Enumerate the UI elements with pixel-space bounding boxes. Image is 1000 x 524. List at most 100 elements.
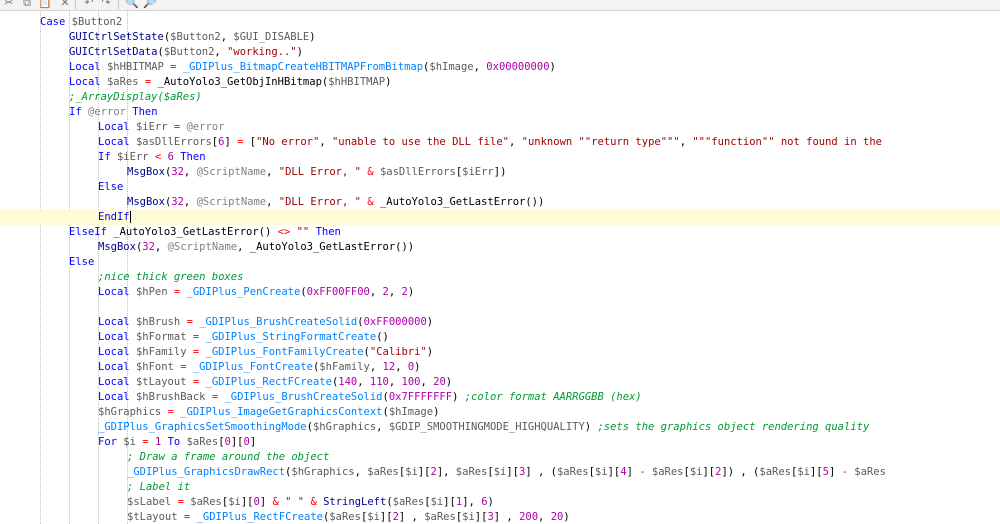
code-token: ;sets the graphics object rendering qual… (597, 421, 870, 433)
code-line[interactable]: Local $hFormat = _GDIPlus_StringFormatCr… (0, 330, 1000, 345)
code-line[interactable]: ; Draw a frame around the object (0, 450, 1000, 465)
code-token: @error (186, 121, 225, 133)
code-line[interactable]: Local $hFamily = _GDIPlus_FontFamilyCrea… (0, 345, 1000, 360)
code-line[interactable]: GUICtrlSetData($Button2, "working..") (0, 45, 1000, 60)
code-line[interactable]: MsgBox(32, @ScriptName, "DLL Error, " & … (0, 165, 1000, 180)
code-token: , (154, 241, 168, 253)
code-token: $asDllErrors (135, 136, 212, 148)
code-token: $aRes (759, 466, 791, 478)
code-token: 32 (171, 196, 184, 208)
code-token: $hFamily (135, 346, 187, 358)
code-token: _AutoYolo3_GetLastError()) (373, 196, 545, 208)
code-line[interactable]: ;nice thick green boxes (0, 270, 1000, 285)
code-line[interactable]: _GDIPlus_GraphicsSetSmoothingMode($hGrap… (0, 420, 1000, 435)
code-token: $i (367, 511, 380, 523)
code-token: $hImage (388, 406, 434, 418)
code-token: _GDIPlus_RectFCreate (196, 511, 323, 523)
code-line[interactable]: Local $tLayout = _GDIPlus_RectFCreate(14… (0, 375, 1000, 390)
code-line[interactable]: GUICtrlSetState($Button2, $GUI_DISABLE) (0, 30, 1000, 45)
code-token: 0x7FFFFFFF (388, 391, 453, 403)
code-token: If (69, 106, 82, 118)
code-token: Local (98, 136, 130, 148)
code-token: $hFamily (319, 361, 370, 373)
toolbar-separator (75, 0, 76, 10)
code-line[interactable]: _GDIPlus_GraphicsDrawRect($hGraphics, $a… (0, 465, 1000, 480)
code-token: Local (98, 361, 130, 373)
code-line[interactable]: Case $Button2 (0, 15, 1000, 30)
code-token: ][ (379, 511, 393, 523)
code-token: Local (98, 346, 130, 358)
code-line[interactable]: $tLayout = _GDIPlus_RectFCreate($aRes[$i… (0, 510, 1000, 524)
code-line[interactable]: Local $hBrush = _GDIPlus_BrushCreateSoli… (0, 315, 1000, 330)
find-icon[interactable]: 🔍 (125, 0, 139, 10)
code-token: If (98, 151, 111, 163)
code-token: ) (407, 286, 415, 298)
cut-icon[interactable]: ✂ (2, 0, 16, 10)
redo-icon[interactable]: ↷ (99, 0, 113, 10)
code-line[interactable]: Else (0, 180, 1000, 195)
code-token: "Calibri" (369, 346, 427, 358)
code-token: ) (487, 496, 494, 508)
undo-icon[interactable]: ↶ (82, 0, 96, 10)
code-line[interactable]: $hGraphics = _GDIPlus_ImageGetGraphicsCo… (0, 405, 1000, 420)
code-line[interactable] (0, 300, 1000, 315)
code-token: ], (436, 466, 456, 478)
code-line[interactable]: Local $hHBITMAP = _GDIPlus_BitmapCreateH… (0, 60, 1000, 75)
code-line[interactable]: Local $aRes = _AutoYolo3_GetObjInHBitmap… (0, 75, 1000, 90)
code-token: ] , (398, 511, 425, 523)
code-line[interactable]: $sLabel = $aRes[$i][0] & " " & StringLef… (0, 495, 1000, 510)
code-token: ;nice thick green boxes (98, 271, 244, 283)
code-line[interactable]: ; Label it (0, 480, 1000, 495)
code-line[interactable]: MsgBox(32, @ScriptName, _AutoYolo3_GetLa… (0, 240, 1000, 255)
code-token: 20 (550, 511, 564, 523)
code-token: , (220, 31, 234, 43)
code-token: EndIf (98, 211, 130, 223)
code-line[interactable]: Local $hFont = _GDIPlus_FontCreate($hFam… (0, 360, 1000, 375)
code-token: , (214, 46, 228, 58)
code-line[interactable]: Else (0, 255, 1000, 270)
code-token: ]) (493, 166, 507, 178)
code-token: $i (689, 466, 703, 478)
code-line[interactable]: For $i = 1 To $aRes[0][0] (0, 435, 1000, 450)
code-line[interactable]: Local $hPen = _GDIPlus_PenCreate(0xFF00F… (0, 285, 1000, 300)
code-token: $iErr (462, 166, 494, 178)
code-token: StringLeft (323, 496, 387, 508)
code-token: $aRes (367, 466, 399, 478)
code-token: ][ (506, 466, 520, 478)
code-line[interactable]: Local $iErr = @error (0, 120, 1000, 135)
copy-icon[interactable]: ⧉ (20, 0, 34, 10)
delete-icon[interactable]: ✕ (58, 0, 72, 10)
paste-icon[interactable]: 📋 (38, 0, 52, 10)
code-token: To (167, 436, 181, 448)
code-token: $i (228, 496, 241, 508)
code-token: " " (285, 496, 305, 508)
code-token: Else (98, 181, 124, 193)
code-line[interactable]: If @error Then (0, 105, 1000, 120)
code-token: _GDIPlus_FontFamilyCreate (205, 346, 364, 358)
code-token: $hImage (429, 61, 474, 73)
code-line[interactable]: Local $asDllErrors[6] = ["No error", "un… (0, 135, 1000, 150)
code-token: GUICtrlSetData (69, 46, 158, 58)
code-token: Local (98, 376, 130, 388)
code-line[interactable]: Local $hBrushBack = _GDIPlus_BrushCreate… (0, 390, 1000, 405)
code-token: ] (259, 496, 273, 508)
code-token: Then (180, 151, 206, 163)
code-token: MsgBox (127, 196, 165, 208)
code-line[interactable]: MsgBox(32, @ScriptName, "DLL Error, " & … (0, 195, 1000, 210)
code-line[interactable]: EndIf (0, 210, 1000, 225)
code-token: Then (132, 106, 158, 118)
code-token: () (376, 331, 389, 343)
code-line[interactable]: If $iErr < 6 Then (0, 150, 1000, 165)
code-token: $aRes (854, 466, 886, 478)
code-token: $hFont (135, 361, 174, 373)
code-token: $Button2 (170, 31, 221, 43)
code-token: $aRes (392, 496, 425, 508)
editor-toolbar: ✂ ⧉ 📋 ✕ ↶ ↷ 🔍 🔎 (0, 0, 1000, 11)
code-editor[interactable]: Case $Button2 GUICtrlSetState($Button2, $… (0, 11, 1000, 524)
code-token: ) (549, 61, 556, 73)
code-token: ] (249, 436, 257, 448)
find-replace-icon[interactable]: 🔎 (143, 0, 157, 10)
code-token: "No error" (256, 136, 320, 148)
code-line[interactable]: ElseIf _AutoYolo3_GetLastError() <> "" T… (0, 225, 1000, 240)
code-line[interactable]: ;_ArrayDisplay($aRes) (0, 90, 1000, 105)
